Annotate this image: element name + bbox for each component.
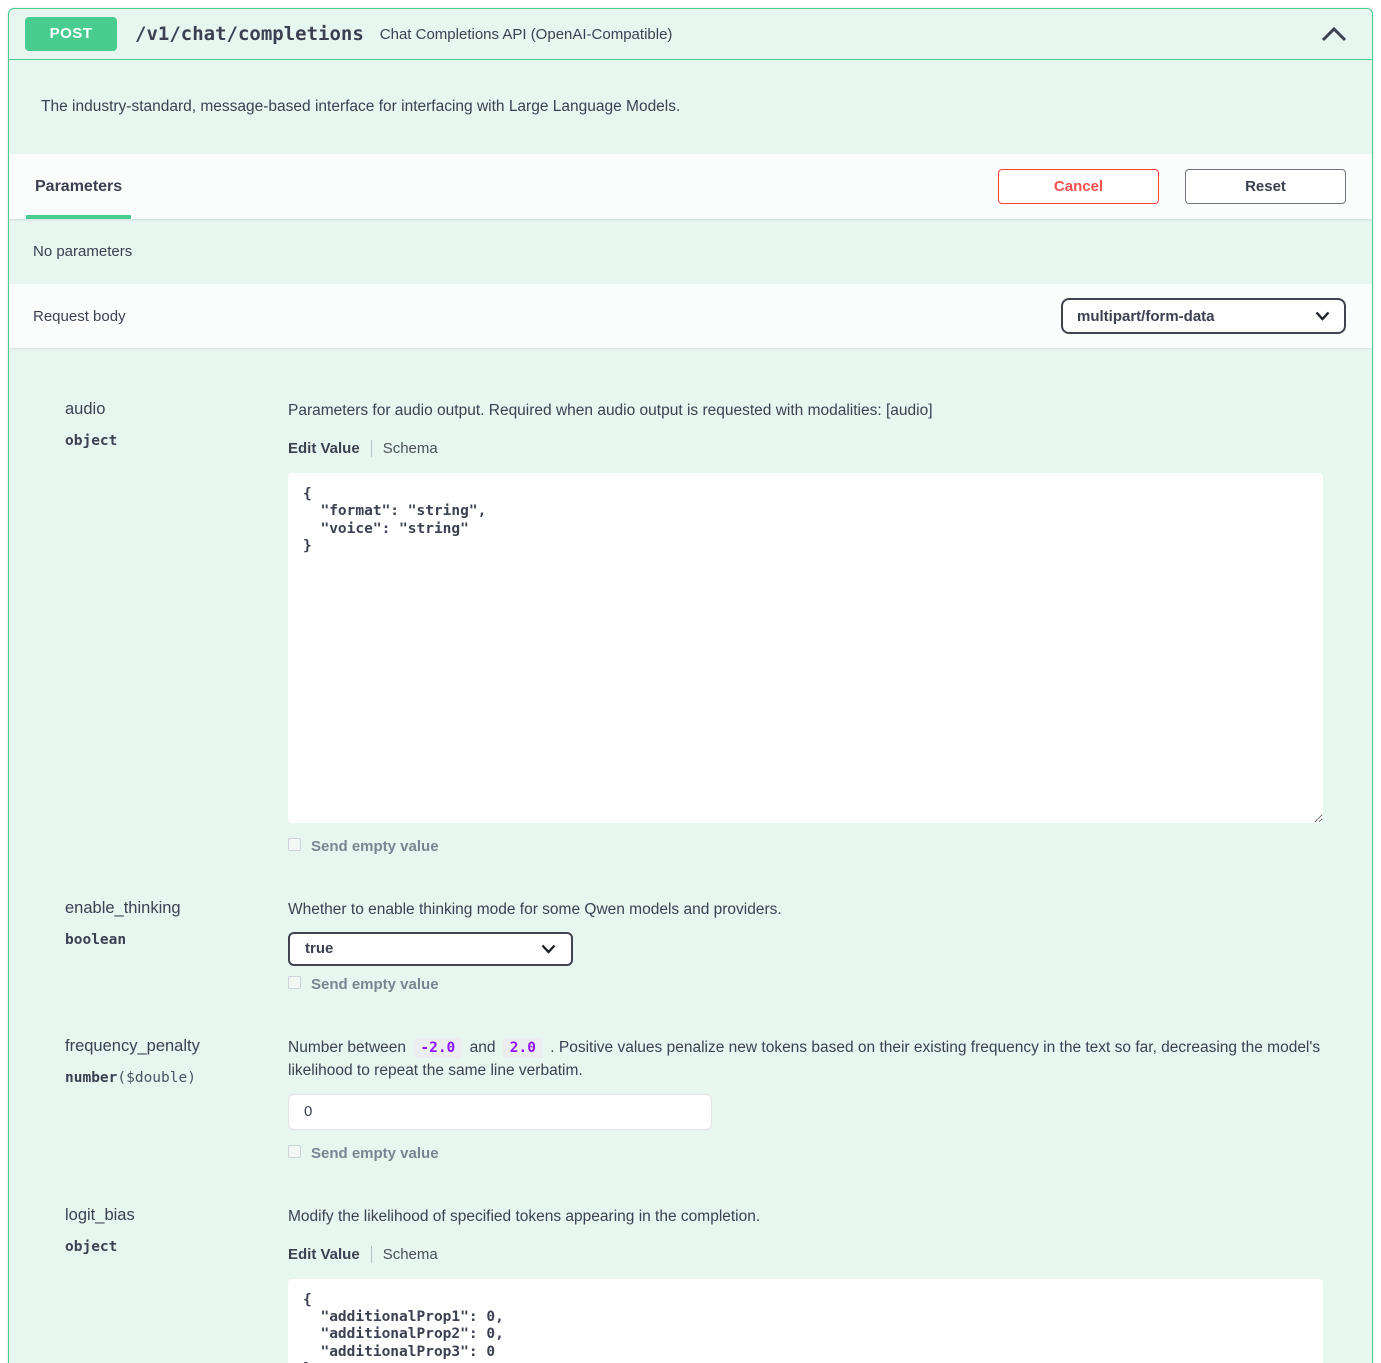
send-empty-value-label: Send empty value <box>311 838 439 855</box>
frequency-penalty-input[interactable] <box>288 1094 712 1130</box>
value-tabs: Edit Value Schema <box>288 440 1323 457</box>
enable-thinking-select[interactable]: true <box>288 932 573 966</box>
param-row-enable-thinking: enable_thinking boolean Whether to enabl… <box>57 899 1323 993</box>
tab-edit-value[interactable]: Edit Value <box>288 1246 360 1263</box>
param-value-editor[interactable]: { "additionalProp1": 0, "additionalProp2… <box>288 1279 1323 1363</box>
tab-parameters[interactable]: Parameters <box>29 154 128 219</box>
param-name: frequency_penalty <box>65 1037 288 1056</box>
param-type: number($double) <box>65 1070 288 1086</box>
tab-schema[interactable]: Schema <box>383 1246 438 1263</box>
tab-divider <box>371 440 372 457</box>
param-type: boolean <box>65 932 288 948</box>
send-empty-value-label: Send empty value <box>311 1145 439 1162</box>
chevron-down-icon <box>541 944 556 954</box>
request-body-label: Request body <box>33 308 126 325</box>
parameters-header: Parameters Cancel Reset <box>9 154 1372 219</box>
content-type-selected-value: multipart/form-data <box>1077 308 1215 325</box>
param-row-frequency-penalty: frequency_penalty number($double) Number… <box>57 1037 1323 1162</box>
param-name: logit_bias <box>65 1206 288 1225</box>
parameters-header-buttons: Cancel Reset <box>998 169 1346 204</box>
param-description: Whether to enable thinking mode for some… <box>288 899 1323 922</box>
param-description: Number between -2.0 and 2.0 . Positive v… <box>288 1037 1323 1083</box>
param-type-format: ($double) <box>117 1070 196 1086</box>
send-empty-value-checkbox[interactable] <box>288 976 301 989</box>
tab-schema[interactable]: Schema <box>383 440 438 457</box>
param-type: object <box>65 433 288 449</box>
endpoint-path: /v1/chat/completions <box>135 23 364 45</box>
parameters-tab-label: Parameters <box>35 178 122 196</box>
param-type: object <box>65 1239 288 1255</box>
no-parameters-message: No parameters <box>9 219 1372 284</box>
param-name: enable_thinking <box>65 899 288 918</box>
send-empty-value-label: Send empty value <box>311 976 439 993</box>
endpoint-summary-text: Chat Completions API (OpenAI-Compatible) <box>380 26 673 43</box>
tab-edit-value[interactable]: Edit Value <box>288 440 360 457</box>
param-row-audio: audio object Parameters for audio output… <box>57 400 1323 855</box>
send-empty-value-row[interactable]: Send empty value <box>288 838 1323 855</box>
min-value-code: -2.0 <box>413 1038 462 1058</box>
chevron-down-icon <box>1315 311 1330 321</box>
collapse-button[interactable] <box>1316 22 1352 46</box>
send-empty-value-row[interactable]: Send empty value <box>288 976 1323 993</box>
enable-thinking-selected-value: true <box>305 940 333 957</box>
endpoint-summary-bar[interactable]: POST /v1/chat/completions Chat Completio… <box>9 9 1372 60</box>
endpoint-description: The industry-standard, message-based int… <box>9 60 1372 154</box>
param-row-logit-bias: logit_bias object Modify the likelihood … <box>57 1206 1323 1363</box>
reset-button[interactable]: Reset <box>1185 169 1346 204</box>
send-empty-value-checkbox[interactable] <box>288 838 301 851</box>
max-value-code: 2.0 <box>503 1038 543 1058</box>
value-tabs: Edit Value Schema <box>288 1246 1323 1263</box>
request-body-header: Request body multipart/form-data <box>9 284 1372 348</box>
cancel-button[interactable]: Cancel <box>998 169 1159 204</box>
request-body-parameters: audio object Parameters for audio output… <box>9 348 1372 1363</box>
content-type-select[interactable]: multipart/form-data <box>1061 298 1346 334</box>
param-name: audio <box>65 400 288 419</box>
param-value-editor[interactable]: { "format": "string", "voice": "string" … <box>288 473 1323 823</box>
tab-divider <box>371 1246 372 1263</box>
endpoint-panel: POST /v1/chat/completions Chat Completio… <box>8 8 1373 1363</box>
method-badge: POST <box>25 17 117 51</box>
send-empty-value-checkbox[interactable] <box>288 1145 301 1158</box>
chevron-up-icon <box>1320 26 1348 42</box>
param-description: Modify the likelihood of specified token… <box>288 1206 1323 1229</box>
send-empty-value-row[interactable]: Send empty value <box>288 1145 1323 1162</box>
param-description: Parameters for audio output. Required wh… <box>288 400 1323 423</box>
